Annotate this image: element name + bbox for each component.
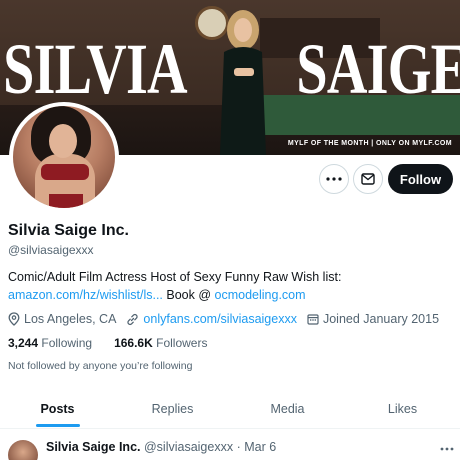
banner-title-left: SILVIA bbox=[3, 29, 187, 109]
tab-label: Replies bbox=[151, 402, 194, 416]
profile-meta: Los Angeles, CA onlyfans.com/silviasaige… bbox=[8, 312, 449, 326]
banner-title: SILVIA SAIGE bbox=[0, 28, 460, 109]
follow-button[interactable]: Follow bbox=[388, 164, 453, 194]
tab-label: Media bbox=[270, 402, 305, 416]
joined-item: Joined January 2015 bbox=[307, 312, 439, 326]
booking-link[interactable]: ocmodeling.com bbox=[215, 288, 306, 302]
following-link[interactable]: 3,244 Following bbox=[8, 336, 92, 350]
tab-media[interactable]: Media bbox=[230, 390, 345, 428]
avatar-top bbox=[41, 164, 89, 180]
joined-text: Joined January 2015 bbox=[322, 312, 440, 326]
profile-name: Silvia Saige Inc. bbox=[8, 222, 129, 239]
bio-book-text: Book @ bbox=[162, 288, 215, 302]
tab-likes[interactable]: Likes bbox=[345, 390, 460, 428]
post-more-button[interactable] bbox=[440, 438, 454, 454]
website-link[interactable]: onlyfans.com/silviasaigexxx bbox=[143, 312, 297, 326]
tabs-divider bbox=[0, 428, 460, 429]
active-tab-indicator bbox=[35, 424, 80, 427]
post-header: Silvia Saige Inc. @silviasaigexxx · Mar … bbox=[46, 440, 276, 454]
location-item: Los Angeles, CA bbox=[8, 312, 116, 326]
not-followed-notice: Not followed by anyone you’re following bbox=[8, 360, 193, 372]
post-avatar[interactable] bbox=[8, 440, 38, 460]
profile-bio-links: amazon.com/hz/wishlist/ls... Book @ ocmo… bbox=[8, 288, 306, 302]
post-meta: @silviasaigexxx · Mar 6 bbox=[143, 440, 277, 454]
website-item: onlyfans.com/silviasaigexxx bbox=[126, 312, 297, 326]
tab-label: Posts bbox=[40, 402, 75, 416]
tab-label: Likes bbox=[387, 402, 418, 416]
post-author[interactable]: Silvia Saige Inc. bbox=[46, 440, 141, 454]
wishlist-link[interactable]: amazon.com/hz/wishlist/ls... bbox=[8, 288, 163, 302]
mail-icon bbox=[361, 173, 375, 185]
followers-link[interactable]: 166.6K Followers bbox=[114, 336, 207, 350]
profile-avatar[interactable] bbox=[9, 102, 119, 212]
location-pin-icon bbox=[8, 312, 20, 326]
location-text: Los Angeles, CA bbox=[24, 312, 117, 326]
post-item[interactable]: Silvia Saige Inc. @silviasaigexxx · Mar … bbox=[8, 438, 454, 460]
profile-tabs: Posts Replies Media Likes bbox=[0, 390, 460, 428]
profile-handle: @silviasaigexxx bbox=[8, 243, 94, 257]
more-horizontal-icon bbox=[440, 447, 454, 451]
tab-posts[interactable]: Posts bbox=[0, 390, 115, 428]
follow-counts: 3,244 Following 166.6K Followers bbox=[8, 336, 207, 350]
tab-replies[interactable]: Replies bbox=[115, 390, 230, 428]
banner-title-right: SAIGE bbox=[296, 29, 460, 109]
followers-label: Followers bbox=[156, 336, 208, 350]
more-horizontal-icon bbox=[326, 177, 342, 181]
profile-bio: Comic/Adult Film Actress Host of Sexy Fu… bbox=[8, 270, 342, 284]
more-button[interactable] bbox=[319, 164, 349, 194]
avatar-face bbox=[49, 124, 77, 158]
followers-count: 166.6K bbox=[114, 336, 153, 350]
link-icon bbox=[127, 313, 139, 325]
calendar-icon bbox=[307, 314, 319, 325]
banner-tagline: MYLF OF THE MONTH | ONLY ON MYLF.COM bbox=[287, 140, 452, 147]
following-label: Following bbox=[41, 336, 93, 350]
message-button[interactable] bbox=[353, 164, 383, 194]
avatar-bottom bbox=[49, 194, 83, 208]
following-count: 3,244 bbox=[8, 336, 39, 350]
